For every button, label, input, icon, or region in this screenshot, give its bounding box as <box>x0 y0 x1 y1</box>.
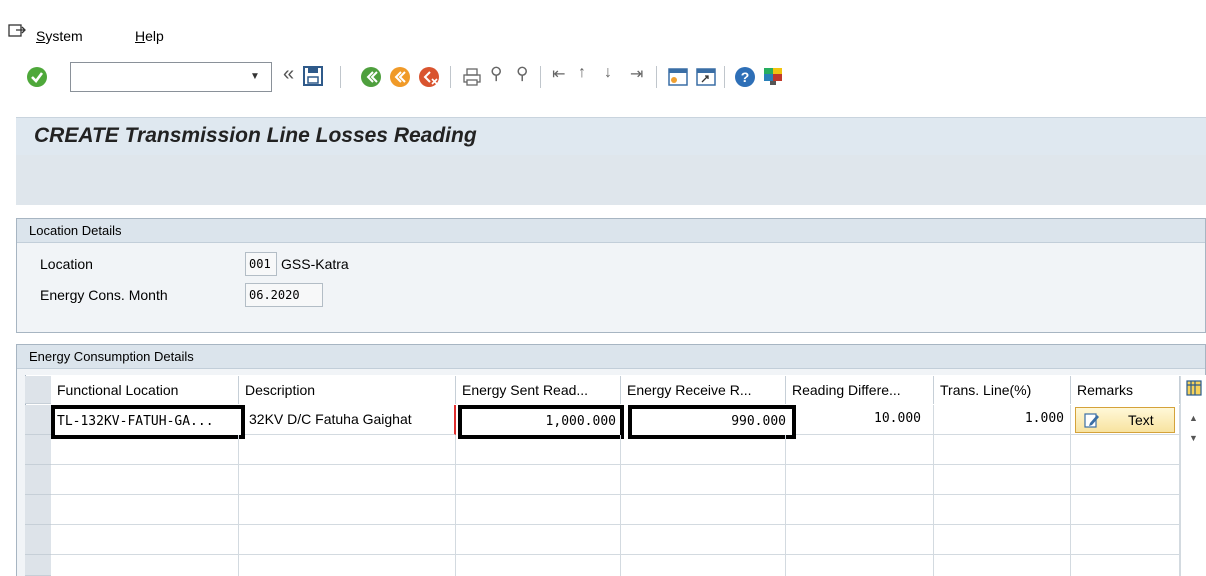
col-reading-difference[interactable]: Reading Differe... <box>786 376 934 404</box>
empty-cell <box>786 435 934 465</box>
remarks-text-label: Text <box>1128 412 1154 428</box>
row-selector[interactable] <box>25 465 51 495</box>
empty-cell <box>934 435 1071 465</box>
location-name: GSS-Katra <box>281 256 349 272</box>
energy-month-label: Energy Cons. Month <box>40 287 168 303</box>
empty-cell <box>1071 495 1180 525</box>
exit-icon[interactable] <box>389 66 411 88</box>
empty-cell <box>934 525 1071 555</box>
col-energy-received[interactable]: Energy Receive R... <box>621 376 786 404</box>
find-icon[interactable]: ⚲ <box>490 64 502 84</box>
empty-cell[interactable] <box>239 495 456 525</box>
scroll-down-icon[interactable]: ▼ <box>1189 433 1198 443</box>
empty-cell <box>1071 465 1180 495</box>
customize-layout-icon[interactable] <box>762 66 784 88</box>
col-trans-line-pct[interactable]: Trans. Line(%) <box>934 376 1071 404</box>
empty-cell[interactable] <box>456 495 621 525</box>
command-dropdown-icon[interactable]: ▼ <box>248 70 262 84</box>
functional-location-cell[interactable]: TL-132KV-FATUH-GA... <box>51 405 245 439</box>
empty-cell[interactable] <box>239 555 456 576</box>
empty-cell[interactable] <box>456 435 621 465</box>
col-energy-sent[interactable]: Energy Sent Read... <box>456 376 621 404</box>
col-remarks[interactable]: Remarks <box>1071 376 1180 404</box>
col-functional-location[interactable]: Functional Location <box>51 376 239 404</box>
empty-cell <box>786 525 934 555</box>
trans-line-pct-cell: 1.000 <box>934 405 1071 435</box>
location-details-group: Location Details <box>16 218 1206 333</box>
empty-cell[interactable] <box>621 555 786 576</box>
empty-cell[interactable] <box>621 495 786 525</box>
menu-help[interactable]: Help <box>135 28 164 44</box>
vertical-scrollbar[interactable]: ▲ ▼ <box>1180 376 1206 576</box>
empty-cell[interactable] <box>51 555 239 576</box>
row-selector[interactable] <box>25 495 51 525</box>
empty-cell <box>934 555 1071 576</box>
location-details-heading: Location Details <box>17 219 1205 243</box>
empty-cell <box>1071 555 1180 576</box>
empty-cell[interactable] <box>621 435 786 465</box>
help-icon[interactable]: ? <box>734 66 756 88</box>
energy-received-cell[interactable]: 990.000 <box>628 405 796 439</box>
row-selector[interactable] <box>25 405 51 435</box>
title-bar: CREATE Transmission Line Losses Reading <box>16 117 1206 155</box>
previous-page-icon[interactable]: ↑ <box>578 64 586 82</box>
empty-cell[interactable] <box>621 465 786 495</box>
empty-cell[interactable] <box>239 465 456 495</box>
energy-consumption-heading: Energy Consumption Details <box>17 345 1205 369</box>
empty-cell[interactable] <box>621 525 786 555</box>
location-label: Location <box>40 256 93 272</box>
command-field[interactable] <box>70 62 272 92</box>
find-next-icon[interactable]: ⚲ <box>516 64 528 84</box>
empty-cell <box>934 465 1071 495</box>
remarks-text-button[interactable]: Text <box>1075 407 1175 433</box>
application-toolbar <box>16 155 1206 205</box>
enter-icon[interactable] <box>26 66 48 88</box>
reading-difference-cell: 10.000 <box>796 405 934 435</box>
next-page-icon[interactable]: ↓ <box>604 64 612 82</box>
empty-cell <box>786 465 934 495</box>
empty-cell <box>786 495 934 525</box>
scroll-up-icon[interactable]: ▲ <box>1189 413 1198 423</box>
row-selector[interactable] <box>25 525 51 555</box>
svg-text:?: ? <box>741 69 750 85</box>
shortcut-icon[interactable] <box>696 67 716 87</box>
edit-text-icon <box>1084 413 1099 428</box>
last-page-icon[interactable]: ⇥ <box>630 64 643 84</box>
empty-cell[interactable] <box>456 525 621 555</box>
menu-system[interactable]: System <box>36 28 83 44</box>
energy-month-field[interactable]: 06.2020 <box>245 283 323 307</box>
empty-cell[interactable] <box>51 465 239 495</box>
description-cell[interactable]: 32KV D/C Fatuha Gaighat <box>245 405 456 435</box>
empty-cell[interactable] <box>456 555 621 576</box>
empty-cell <box>1071 525 1180 555</box>
empty-cell <box>786 555 934 576</box>
empty-cell[interactable] <box>51 495 239 525</box>
empty-cell <box>934 495 1071 525</box>
select-all-cell[interactable] <box>25 376 51 404</box>
save-icon[interactable] <box>303 66 323 86</box>
first-page-icon[interactable]: ⇤ <box>552 64 565 84</box>
customize-menu-icon[interactable] <box>8 24 26 38</box>
location-code-field[interactable]: 001 <box>245 252 277 276</box>
col-description[interactable]: Description <box>239 376 456 404</box>
empty-cell <box>1071 435 1180 465</box>
empty-cell[interactable] <box>51 435 239 465</box>
menu-bar: System Help <box>0 0 1206 56</box>
empty-cell[interactable] <box>51 525 239 555</box>
row-selector[interactable] <box>25 435 51 465</box>
empty-cell[interactable] <box>239 525 456 555</box>
back-icon[interactable]: « <box>283 63 294 86</box>
new-session-icon[interactable] <box>668 67 688 87</box>
empty-cell[interactable] <box>456 465 621 495</box>
column-layout-icon[interactable] <box>1186 380 1202 396</box>
empty-cell[interactable] <box>239 435 456 465</box>
print-icon[interactable] <box>462 67 482 87</box>
energy-sent-cell[interactable]: 1,000.000 <box>458 405 624 439</box>
green-back-icon[interactable] <box>360 66 382 88</box>
row-selector[interactable] <box>25 555 51 576</box>
cancel-icon[interactable] <box>418 66 440 88</box>
page-title: CREATE Transmission Line Losses Reading <box>34 124 477 147</box>
